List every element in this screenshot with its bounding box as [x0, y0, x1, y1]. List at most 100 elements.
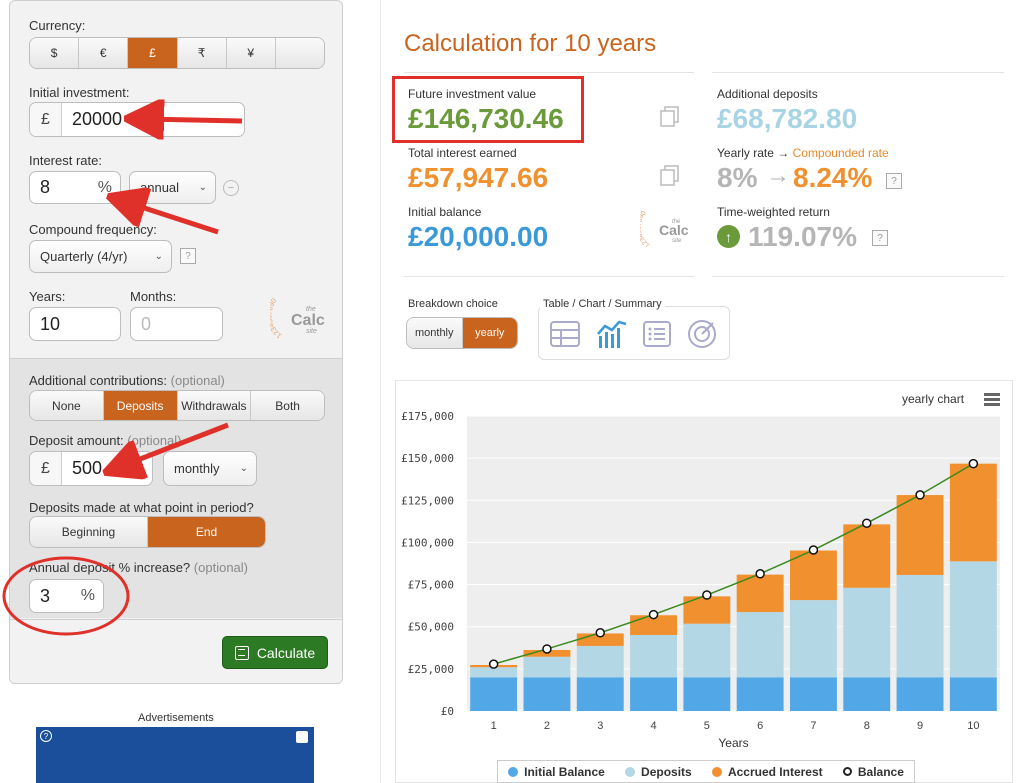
bar-deposits	[683, 623, 731, 678]
y-tick-label: £75,000	[408, 579, 454, 592]
red-annotations	[2, 0, 243, 636]
rate-comparison-label: Yearly rate → Compounded rate	[717, 146, 889, 160]
x-tick-label: 8	[864, 720, 870, 732]
balance-point	[542, 644, 552, 654]
x-tick-label: 5	[704, 720, 710, 732]
balance-point	[862, 518, 872, 528]
breakdown-yearly[interactable]: yearly	[462, 318, 517, 348]
calculate-label: Calculate	[256, 644, 316, 661]
copy-icon[interactable]	[660, 165, 680, 187]
y-tick-label: £0	[441, 705, 454, 718]
copy-icon[interactable]	[660, 106, 680, 128]
svg-text:Calc: Calc	[659, 222, 689, 238]
x-tick-label: 6	[757, 720, 763, 732]
balance-point	[755, 569, 765, 579]
x-tick-label: 7	[810, 720, 816, 732]
interest-earned-label: Total interest earned	[408, 146, 517, 160]
balance-point	[968, 458, 979, 469]
divider	[404, 276, 694, 277]
svg-text:1234567890: 1234567890	[640, 209, 651, 247]
ad-banner[interactable]: ?	[36, 727, 314, 783]
bar-initial-balance	[949, 677, 997, 711]
y-tick-label: £100,000	[401, 536, 454, 549]
twr-label: Time-weighted return	[717, 205, 830, 219]
initial-balance-label: Initial balance	[408, 205, 482, 219]
bar-initial-balance	[683, 677, 731, 711]
breakdown-monthly[interactable]: monthly	[407, 318, 463, 348]
bar-deposits	[896, 574, 944, 678]
view-selector-label: Table / Chart / Summary	[540, 298, 665, 310]
ad-info-icon[interactable]: ?	[40, 730, 52, 742]
highlight-box	[392, 76, 584, 143]
balance-chart: £0 £25,000 £50,000 £75,000 £100,000 £125,000 £…	[401, 410, 1000, 750]
interest-earned-value: £57,947.66	[408, 162, 549, 193]
compounded-rate-value: 8.24%	[793, 162, 873, 193]
legend-deposits[interactable]: Deposits	[625, 765, 692, 779]
bar-initial-balance	[736, 677, 784, 711]
bar-deposits	[843, 587, 891, 678]
y-tick-label: £25,000	[408, 663, 454, 676]
bar-initial-balance	[630, 677, 678, 711]
bar-initial-balance	[789, 677, 837, 711]
bar-initial-balance	[470, 677, 518, 711]
x-tick-label: 10	[967, 720, 979, 732]
bar-initial-balance	[576, 677, 624, 711]
y-tick-label: £175,000	[401, 410, 454, 423]
x-axis-label: Years	[718, 736, 748, 750]
calculator-icon	[234, 645, 249, 660]
help-icon[interactable]: ?	[886, 173, 902, 189]
legend-balance[interactable]: Balance	[842, 765, 904, 779]
bar-accrued-interest	[949, 463, 997, 562]
bar-deposits	[949, 561, 997, 678]
divider	[404, 72, 694, 73]
x-tick-label: 3	[597, 720, 603, 732]
yearly-rate-value: 8%	[717, 162, 758, 193]
calculate-button[interactable]: Calculate	[222, 636, 328, 669]
help-icon[interactable]: ?	[872, 230, 888, 246]
balance-point	[808, 545, 819, 555]
x-tick-label: 4	[650, 720, 656, 732]
additional-deposits-value: £68,782.80	[717, 103, 858, 134]
arrow-deposit-amount	[122, 422, 229, 466]
balance-point	[595, 628, 605, 638]
bar-initial-balance	[843, 677, 891, 711]
svg-text:site: site	[672, 238, 682, 244]
bar-accrued-interest	[896, 495, 944, 575]
results-title: Calculation for 10 years	[404, 30, 657, 57]
bar-deposits	[789, 600, 837, 678]
ads-label: Advertisements	[138, 712, 214, 724]
bar-deposits	[523, 656, 571, 678]
x-tick-label: 2	[544, 720, 550, 732]
divider	[712, 276, 1004, 277]
x-tick-label: 1	[491, 720, 497, 732]
arrow-icon: →	[766, 162, 790, 189]
balance-point	[648, 609, 659, 620]
summary-list-icon[interactable]	[641, 318, 673, 350]
chart-icon[interactable]	[595, 318, 629, 350]
legend-accrued-interest[interactable]: Accrued Interest	[711, 765, 823, 779]
arrow-interest-rate	[126, 202, 219, 235]
bar-initial-balance	[523, 677, 571, 711]
circle-deposit-increase	[2, 556, 130, 636]
balance-point	[915, 490, 925, 500]
bar-deposits	[736, 612, 784, 678]
y-tick-label: £50,000	[408, 621, 454, 634]
bar-deposits	[630, 634, 678, 678]
linkedin-icon[interactable]	[296, 731, 308, 743]
bar-deposits	[576, 645, 624, 678]
balance-point	[702, 590, 712, 600]
breakdown-label: Breakdown choice	[408, 298, 498, 310]
target-icon[interactable]	[686, 318, 718, 350]
y-tick-label: £150,000	[401, 452, 454, 465]
y-tick-label: £125,000	[401, 494, 454, 507]
bar-accrued-interest	[843, 524, 891, 588]
chart-legend: Initial Balance Deposits Accrued Interes…	[497, 760, 915, 783]
balance-point	[488, 659, 499, 669]
initial-balance-value: £20,000.00	[408, 221, 549, 252]
twr-value: 119.07%	[748, 221, 857, 252]
legend-initial-balance[interactable]: Initial Balance	[508, 765, 605, 779]
breakdown-selector: monthly yearly	[406, 317, 518, 349]
divider	[712, 72, 1004, 73]
additional-deposits-label: Additional deposits	[717, 87, 818, 101]
table-icon[interactable]	[549, 318, 581, 350]
